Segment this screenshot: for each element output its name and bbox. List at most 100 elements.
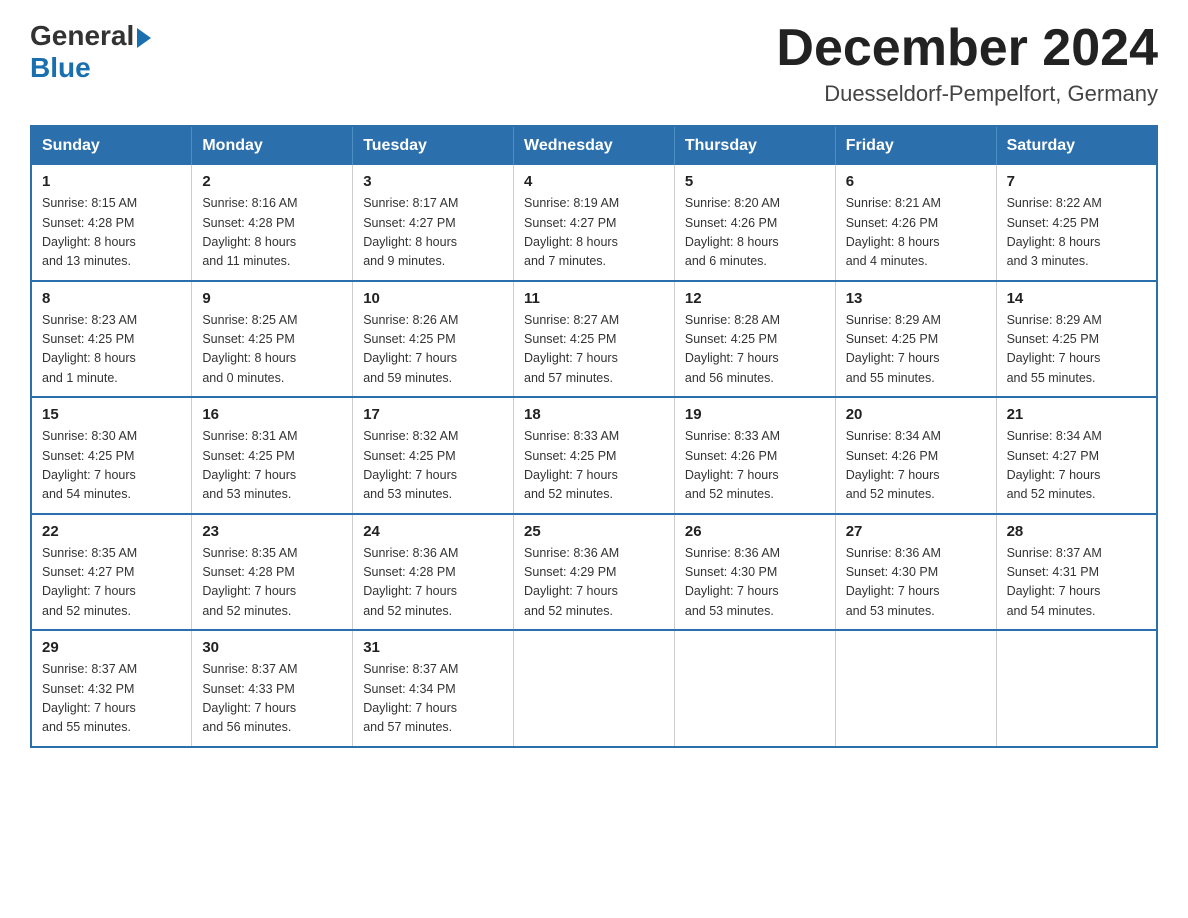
day-number: 27 [846,523,986,540]
day-info: Sunrise: 8:36 AM Sunset: 4:30 PM Dayligh… [685,544,825,622]
day-info: Sunrise: 8:37 AM Sunset: 4:32 PM Dayligh… [42,660,181,738]
calendar-cell: 16 Sunrise: 8:31 AM Sunset: 4:25 PM Dayli… [192,397,353,514]
day-info: Sunrise: 8:36 AM Sunset: 4:30 PM Dayligh… [846,544,986,622]
calendar-cell: 29 Sunrise: 8:37 AM Sunset: 4:32 PM Dayli… [31,630,192,747]
calendar-cell: 19Sunrise: 8:33 AM Sunset: 4:26 PM Dayli… [674,397,835,514]
weekday-header-thursday: Thursday [674,126,835,165]
calendar-cell: 26 Sunrise: 8:36 AM Sunset: 4:30 PM Dayli… [674,514,835,631]
day-info: Sunrise: 8:25 AM Sunset: 4:25 PM Dayligh… [202,311,342,389]
calendar-cell [674,630,835,747]
day-number: 10 [363,290,503,307]
calendar-title-block: December 2024 Duesseldorf-Pempelfort, Ge… [776,20,1158,107]
day-number: 1 [42,173,181,190]
calendar-week-row: 8Sunrise: 8:23 AM Sunset: 4:25 PM Daylig… [31,281,1157,398]
calendar-cell: 2 Sunrise: 8:16 AM Sunset: 4:28 PM Daylig… [192,165,353,281]
day-info: Sunrise: 8:15 AM Sunset: 4:28 PM Dayligh… [42,194,181,272]
day-info: Sunrise: 8:32 AM Sunset: 4:25 PM Dayligh… [363,427,503,505]
day-number: 20 [846,406,986,423]
day-info: Sunrise: 8:28 AM Sunset: 4:25 PM Dayligh… [685,311,825,389]
calendar-cell: 7 Sunrise: 8:22 AM Sunset: 4:25 PM Daylig… [996,165,1157,281]
day-info: Sunrise: 8:37 AM Sunset: 4:34 PM Dayligh… [363,660,503,738]
calendar-cell: 23 Sunrise: 8:35 AM Sunset: 4:28 PM Dayli… [192,514,353,631]
calendar-cell: 21Sunrise: 8:34 AM Sunset: 4:27 PM Dayli… [996,397,1157,514]
calendar-cell: 15Sunrise: 8:30 AM Sunset: 4:25 PM Dayli… [31,397,192,514]
day-info: Sunrise: 8:31 AM Sunset: 4:25 PM Dayligh… [202,427,342,505]
day-info: Sunrise: 8:29 AM Sunset: 4:25 PM Dayligh… [846,311,986,389]
day-number: 26 [685,523,825,540]
calendar-cell: 12 Sunrise: 8:28 AM Sunset: 4:25 PM Dayli… [674,281,835,398]
day-number: 23 [202,523,342,540]
day-info: Sunrise: 8:34 AM Sunset: 4:27 PM Dayligh… [1007,427,1146,505]
calendar-cell [996,630,1157,747]
calendar-cell: 17 Sunrise: 8:32 AM Sunset: 4:25 PM Dayli… [353,397,514,514]
day-number: 31 [363,639,503,656]
day-number: 5 [685,173,825,190]
day-info: Sunrise: 8:22 AM Sunset: 4:25 PM Dayligh… [1007,194,1146,272]
calendar-cell: 4 Sunrise: 8:19 AM Sunset: 4:27 PM Daylig… [514,165,675,281]
calendar-cell: 10 Sunrise: 8:26 AM Sunset: 4:25 PM Dayli… [353,281,514,398]
weekday-header-sunday: Sunday [31,126,192,165]
weekday-header-friday: Friday [835,126,996,165]
day-number: 4 [524,173,664,190]
day-number: 29 [42,639,181,656]
logo-arrow-icon [137,28,151,48]
day-info: Sunrise: 8:35 AM Sunset: 4:28 PM Dayligh… [202,544,342,622]
day-info: Sunrise: 8:19 AM Sunset: 4:27 PM Dayligh… [524,194,664,272]
day-info: Sunrise: 8:29 AM Sunset: 4:25 PM Dayligh… [1007,311,1146,389]
day-number: 24 [363,523,503,540]
calendar-week-row: 29 Sunrise: 8:37 AM Sunset: 4:32 PM Dayli… [31,630,1157,747]
day-info: Sunrise: 8:37 AM Sunset: 4:31 PM Dayligh… [1007,544,1146,622]
calendar-cell: 9Sunrise: 8:25 AM Sunset: 4:25 PM Daylig… [192,281,353,398]
calendar-cell: 11 Sunrise: 8:27 AM Sunset: 4:25 PM Dayli… [514,281,675,398]
day-info: Sunrise: 8:17 AM Sunset: 4:27 PM Dayligh… [363,194,503,272]
day-number: 17 [363,406,503,423]
calendar-cell: 31 Sunrise: 8:37 AM Sunset: 4:34 PM Dayli… [353,630,514,747]
calendar-cell: 27 Sunrise: 8:36 AM Sunset: 4:30 PM Dayli… [835,514,996,631]
calendar-cell: 6Sunrise: 8:21 AM Sunset: 4:26 PM Daylig… [835,165,996,281]
calendar-cell [835,630,996,747]
day-info: Sunrise: 8:35 AM Sunset: 4:27 PM Dayligh… [42,544,181,622]
day-info: Sunrise: 8:27 AM Sunset: 4:25 PM Dayligh… [524,311,664,389]
day-number: 12 [685,290,825,307]
calendar-cell: 22 Sunrise: 8:35 AM Sunset: 4:27 PM Dayli… [31,514,192,631]
day-info: Sunrise: 8:36 AM Sunset: 4:29 PM Dayligh… [524,544,664,622]
day-number: 19 [685,406,825,423]
weekday-header-saturday: Saturday [996,126,1157,165]
calendar-cell: 13Sunrise: 8:29 AM Sunset: 4:25 PM Dayli… [835,281,996,398]
day-number: 22 [42,523,181,540]
calendar-cell: 8Sunrise: 8:23 AM Sunset: 4:25 PM Daylig… [31,281,192,398]
weekday-header-row: SundayMondayTuesdayWednesdayThursdayFrid… [31,126,1157,165]
day-number: 18 [524,406,664,423]
logo: General Blue [30,20,151,84]
day-info: Sunrise: 8:34 AM Sunset: 4:26 PM Dayligh… [846,427,986,505]
calendar-cell [514,630,675,747]
logo-blue-text: Blue [30,52,91,83]
calendar-cell: 18 Sunrise: 8:33 AM Sunset: 4:25 PM Dayli… [514,397,675,514]
day-info: Sunrise: 8:16 AM Sunset: 4:28 PM Dayligh… [202,194,342,272]
weekday-header-wednesday: Wednesday [514,126,675,165]
day-info: Sunrise: 8:21 AM Sunset: 4:26 PM Dayligh… [846,194,986,272]
day-info: Sunrise: 8:33 AM Sunset: 4:25 PM Dayligh… [524,427,664,505]
day-info: Sunrise: 8:20 AM Sunset: 4:26 PM Dayligh… [685,194,825,272]
calendar-title: December 2024 [776,20,1158,77]
day-info: Sunrise: 8:36 AM Sunset: 4:28 PM Dayligh… [363,544,503,622]
calendar-cell: 24 Sunrise: 8:36 AM Sunset: 4:28 PM Dayli… [353,514,514,631]
calendar-week-row: 22 Sunrise: 8:35 AM Sunset: 4:27 PM Dayli… [31,514,1157,631]
calendar-cell: 30Sunrise: 8:37 AM Sunset: 4:33 PM Dayli… [192,630,353,747]
day-number: 28 [1007,523,1146,540]
day-number: 16 [202,406,342,423]
calendar-week-row: 1 Sunrise: 8:15 AM Sunset: 4:28 PM Daylig… [31,165,1157,281]
calendar-cell: 3 Sunrise: 8:17 AM Sunset: 4:27 PM Daylig… [353,165,514,281]
calendar-cell: 1 Sunrise: 8:15 AM Sunset: 4:28 PM Daylig… [31,165,192,281]
day-number: 3 [363,173,503,190]
weekday-header-tuesday: Tuesday [353,126,514,165]
day-number: 2 [202,173,342,190]
day-number: 30 [202,639,342,656]
day-number: 7 [1007,173,1146,190]
calendar-cell: 14Sunrise: 8:29 AM Sunset: 4:25 PM Dayli… [996,281,1157,398]
calendar-cell: 5 Sunrise: 8:20 AM Sunset: 4:26 PM Daylig… [674,165,835,281]
day-info: Sunrise: 8:26 AM Sunset: 4:25 PM Dayligh… [363,311,503,389]
day-number: 11 [524,290,664,307]
day-number: 8 [42,290,181,307]
page-header: General Blue December 2024 Duesseldorf-P… [30,20,1158,107]
